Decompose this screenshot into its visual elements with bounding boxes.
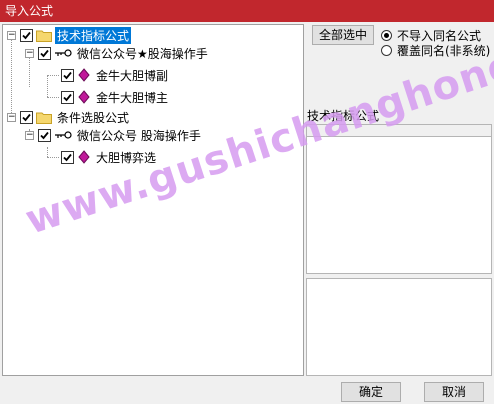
tree-node-author-1[interactable]: − 微信公众号★股海操作手: [25, 44, 210, 62]
check-icon: [63, 71, 72, 79]
tree-node-group-1[interactable]: − 技术指标公式: [7, 26, 132, 44]
tree-node-label[interactable]: 微信公众号★股海操作手: [75, 45, 210, 62]
check-icon: [22, 113, 31, 121]
tree-node-formula[interactable]: 金牛大胆博副: [61, 66, 170, 84]
formula-description-panel[interactable]: [306, 278, 492, 376]
formula-tree[interactable]: − 技术指标公式 − 微信公众号★股海操作手 金牛大胆博副 金牛大胆博主 − 条…: [2, 24, 304, 376]
formula-gem-icon: [78, 90, 90, 104]
formula-gem-icon: [78, 68, 90, 82]
checkbox-checked[interactable]: [61, 90, 74, 104]
tree-line: [47, 97, 59, 98]
tree-node-group-2[interactable]: − 条件选股公式: [7, 108, 131, 126]
cancel-button[interactable]: 取消: [424, 382, 484, 402]
check-icon: [40, 131, 49, 139]
formula-detail-panel[interactable]: [306, 136, 492, 274]
select-all-button[interactable]: 全部选中: [312, 25, 374, 45]
tree-line: [11, 39, 12, 119]
checkbox-checked[interactable]: [38, 128, 51, 142]
key-icon: [55, 49, 72, 57]
collapse-toggle[interactable]: −: [25, 48, 34, 58]
tree-node-formula[interactable]: 金牛大胆博主: [61, 88, 170, 106]
collapse-toggle[interactable]: −: [25, 130, 34, 140]
checkbox-checked[interactable]: [20, 28, 33, 42]
ok-button[interactable]: 确定: [341, 382, 401, 402]
radio-unselected[interactable]: [381, 45, 392, 56]
tree-node-label[interactable]: 大胆博弈选: [94, 149, 158, 166]
check-icon: [22, 31, 31, 39]
folder-icon: [36, 112, 52, 124]
check-icon: [63, 93, 72, 101]
tree-node-label[interactable]: 微信公众号 股海操作手: [75, 127, 203, 144]
tree-node-author-2[interactable]: − 微信公众号 股海操作手: [25, 126, 203, 144]
tree-node-label[interactable]: 条件选股公式: [55, 109, 131, 126]
title-bar: 导入公式: [0, 0, 494, 22]
radio-overwrite[interactable]: 覆盖同名(非系统): [381, 42, 490, 59]
checkbox-checked[interactable]: [61, 68, 74, 82]
check-icon: [63, 153, 72, 161]
tree-node-label[interactable]: 金牛大胆博副: [94, 67, 170, 84]
radio-label: 覆盖同名(非系统): [397, 44, 491, 58]
key-icon: [55, 131, 72, 139]
tree-line: [47, 75, 59, 76]
checkbox-checked[interactable]: [38, 46, 51, 60]
tree-node-label[interactable]: 金牛大胆博主: [94, 89, 170, 106]
formula-gem-icon: [78, 150, 90, 164]
category-label: 技术指标公式: [307, 109, 380, 123]
radio-selected[interactable]: [381, 30, 392, 41]
checkbox-checked[interactable]: [61, 150, 74, 164]
collapse-toggle[interactable]: −: [7, 30, 16, 40]
check-icon: [40, 49, 49, 57]
tree-node-label[interactable]: 技术指标公式: [55, 26, 132, 44]
collapse-toggle[interactable]: −: [7, 112, 16, 122]
window-title: 导入公式: [5, 4, 54, 18]
tree-line: [47, 157, 59, 158]
tree-line: [47, 147, 48, 157]
folder-icon: [36, 30, 52, 42]
tree-line: [47, 75, 48, 97]
checkbox-checked[interactable]: [20, 110, 33, 124]
tree-node-formula[interactable]: 大胆博弈选: [61, 148, 158, 166]
